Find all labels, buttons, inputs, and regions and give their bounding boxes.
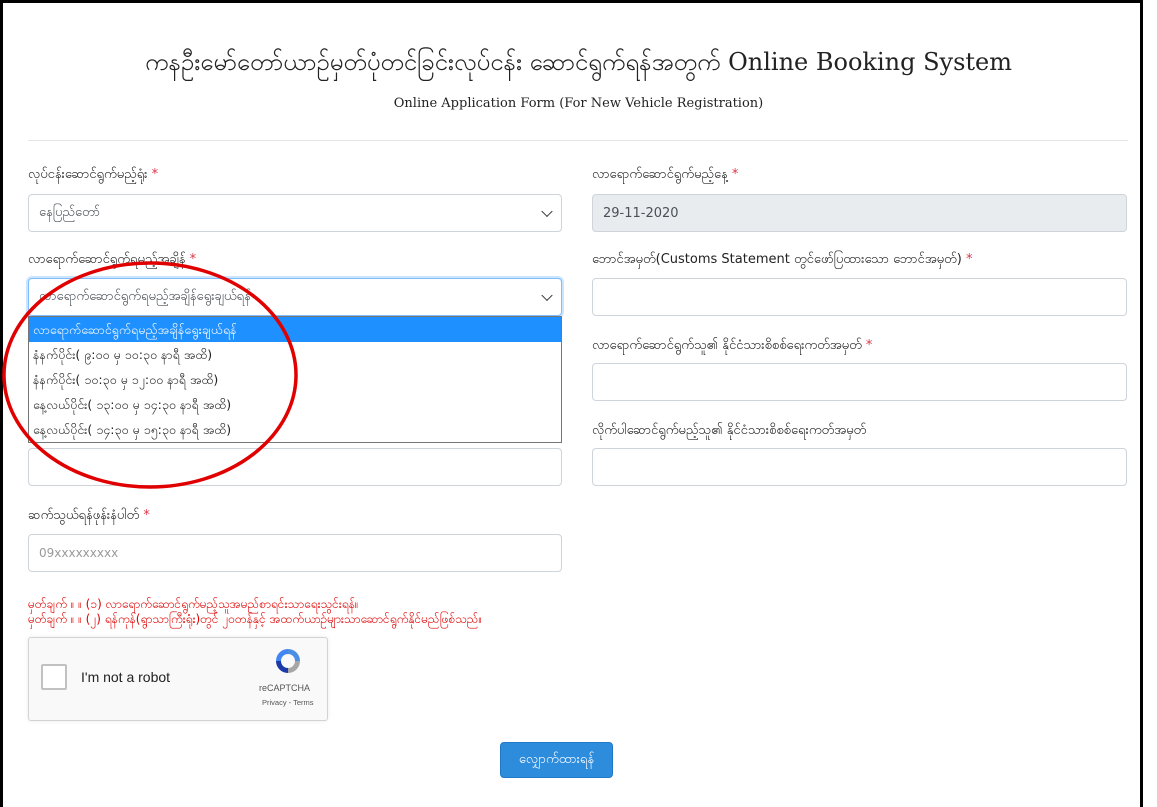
nrc-label: လာရောက်ဆောင်ရွက်သူ၏ နိုင်ငံသားစိစစ်ရေးကတ… (592, 337, 872, 356)
date-label: လာရောက်ဆောင်ရွက်မည့်နေ့ * (592, 166, 738, 185)
required-mark: * (189, 252, 197, 267)
required-mark: * (965, 252, 973, 267)
companion-nrc-input[interactable] (592, 448, 1127, 486)
required-mark: * (143, 508, 150, 523)
note-line: မှတ်ချက် ။ ။ (၂) ရန်ကုန်(ရွာသာကြီးရုံး)တ… (28, 612, 483, 626)
submit-button[interactable]: လျှောက်ထားရန် (500, 742, 613, 778)
recaptcha-icon (276, 649, 300, 673)
office-select[interactable]: နေပြည်တော် (28, 194, 562, 232)
date-label-text: လာရောက်ဆောင်ရွက်မည့်နေ့ (592, 167, 728, 182)
recaptcha-links[interactable]: Privacy - Terms (29, 698, 329, 707)
companion-nrc-label: လိုက်ပါဆောင်ရွက်မည့်သူ၏ နိုင်ငံသားစိစစ်ရ… (592, 422, 866, 441)
time-option[interactable]: နေ့လယ်ပိုင်း( ၁၄:၃၀ မှ ၁၅:၃၀ နာရီ အထိ) (29, 417, 561, 442)
time-option[interactable]: လာရောက်ဆောင်ရွက်ရမည့်အချိန်ရွေးချယ်ရန် (29, 317, 561, 342)
date-input-value: 29-11-2020 (603, 205, 679, 221)
nrc-label-text: လာရောက်ဆောင်ရွက်သူ၏ နိုင်ငံသားစိစစ်ရေးကတ… (592, 338, 862, 353)
note-line: မှတ်ချက် ။ ။ (၁) လာရောက်ဆောင်ရွက်မည့်သူအ… (28, 597, 359, 611)
date-input[interactable]: 29-11-2020 (592, 194, 1127, 232)
hidden-field-input[interactable] (28, 448, 562, 486)
page-subtitle: Online Application Form (For New Vehicle… (393, 96, 764, 111)
required-mark: * (151, 167, 159, 182)
phone-label: ဆက်သွယ်ရန်ဖုန်းနံပါတ် * (28, 507, 150, 526)
office-label: လုပ်ငန်းဆောင်ရွက်မည့်ရုံး * (28, 166, 158, 185)
time-select-value: လာရောက်ဆောင်ရွက်ရမည့်အချိန်ရွေးချယ်ရန် (39, 288, 251, 304)
time-label: လာရောက်ဆောင်ရွက်ရမည့်အချိန် * (28, 251, 196, 270)
customs-input[interactable] (592, 278, 1127, 316)
phone-label-text: ဆက်သွယ်ရန်ဖုန်းနံပါတ် (28, 508, 140, 523)
phone-input-placeholder: 09xxxxxxxxx (39, 546, 119, 560)
time-option[interactable]: နံနက်ပိုင်း( ၁၀:၃၀ မှ ၁၂:၀၀ နာရီ အထိ) (29, 367, 561, 392)
recaptcha-widget: I'm not a robot reCAPTCHA Privacy - Term… (28, 637, 328, 721)
header-divider (28, 140, 1128, 141)
customs-label: ဘောင်အမှတ်(Customs Statement တွင်ဖော်ပြထ… (592, 251, 972, 270)
office-select-value: နေပြည်တော် (39, 204, 101, 220)
required-mark: * (865, 338, 873, 353)
time-option[interactable]: နေ့လယ်ပိုင်း( ၁၃:၀၀ မှ ၁၄:၃၀ နာရီ အထိ) (29, 392, 561, 417)
nrc-input[interactable] (592, 363, 1127, 401)
chevron-down-icon (541, 289, 553, 302)
time-option[interactable]: နံနက်ပိုင်း( ၉:၀၀ မှ ၁၀:၃၀ နာရီ အထိ) (29, 342, 561, 367)
recaptcha-brand: reCAPTCHA (259, 683, 311, 693)
required-mark: * (731, 167, 739, 182)
page-title: ကနဦးမော်တော်ယာဉ်မှတ်ပုံတင်ခြင်းလုပ်ငန်း … (144, 48, 1013, 76)
time-dropdown-list: လာရောက်ဆောင်ရွက်ရမည့်အချိန်ရွေးချယ်ရန် န… (28, 316, 562, 443)
time-label-text: လာရောက်ဆောင်ရွက်ရမည့်အချိန် (28, 252, 186, 267)
companion-nrc-label-text: လိုက်ပါဆောင်ရွက်မည့်သူ၏ နိုင်ငံသားစိစစ်ရ… (592, 423, 867, 438)
notes-block: မှတ်ချက် ။ ။ (၁) လာရောက်ဆောင်ရွက်မည့်သူအ… (28, 597, 482, 627)
office-label-text: လုပ်ငန်းဆောင်ရွက်မည့်ရုံး (28, 167, 148, 182)
phone-input[interactable]: 09xxxxxxxxx (28, 534, 562, 572)
customs-label-text: ဘောင်အမှတ်(Customs Statement တွင်ဖော်ပြထ… (592, 252, 962, 267)
time-select[interactable]: လာရောက်ဆောင်ရွက်ရမည့်အချိန်ရွေးချယ်ရန် (28, 278, 562, 316)
chevron-down-icon (541, 205, 553, 218)
